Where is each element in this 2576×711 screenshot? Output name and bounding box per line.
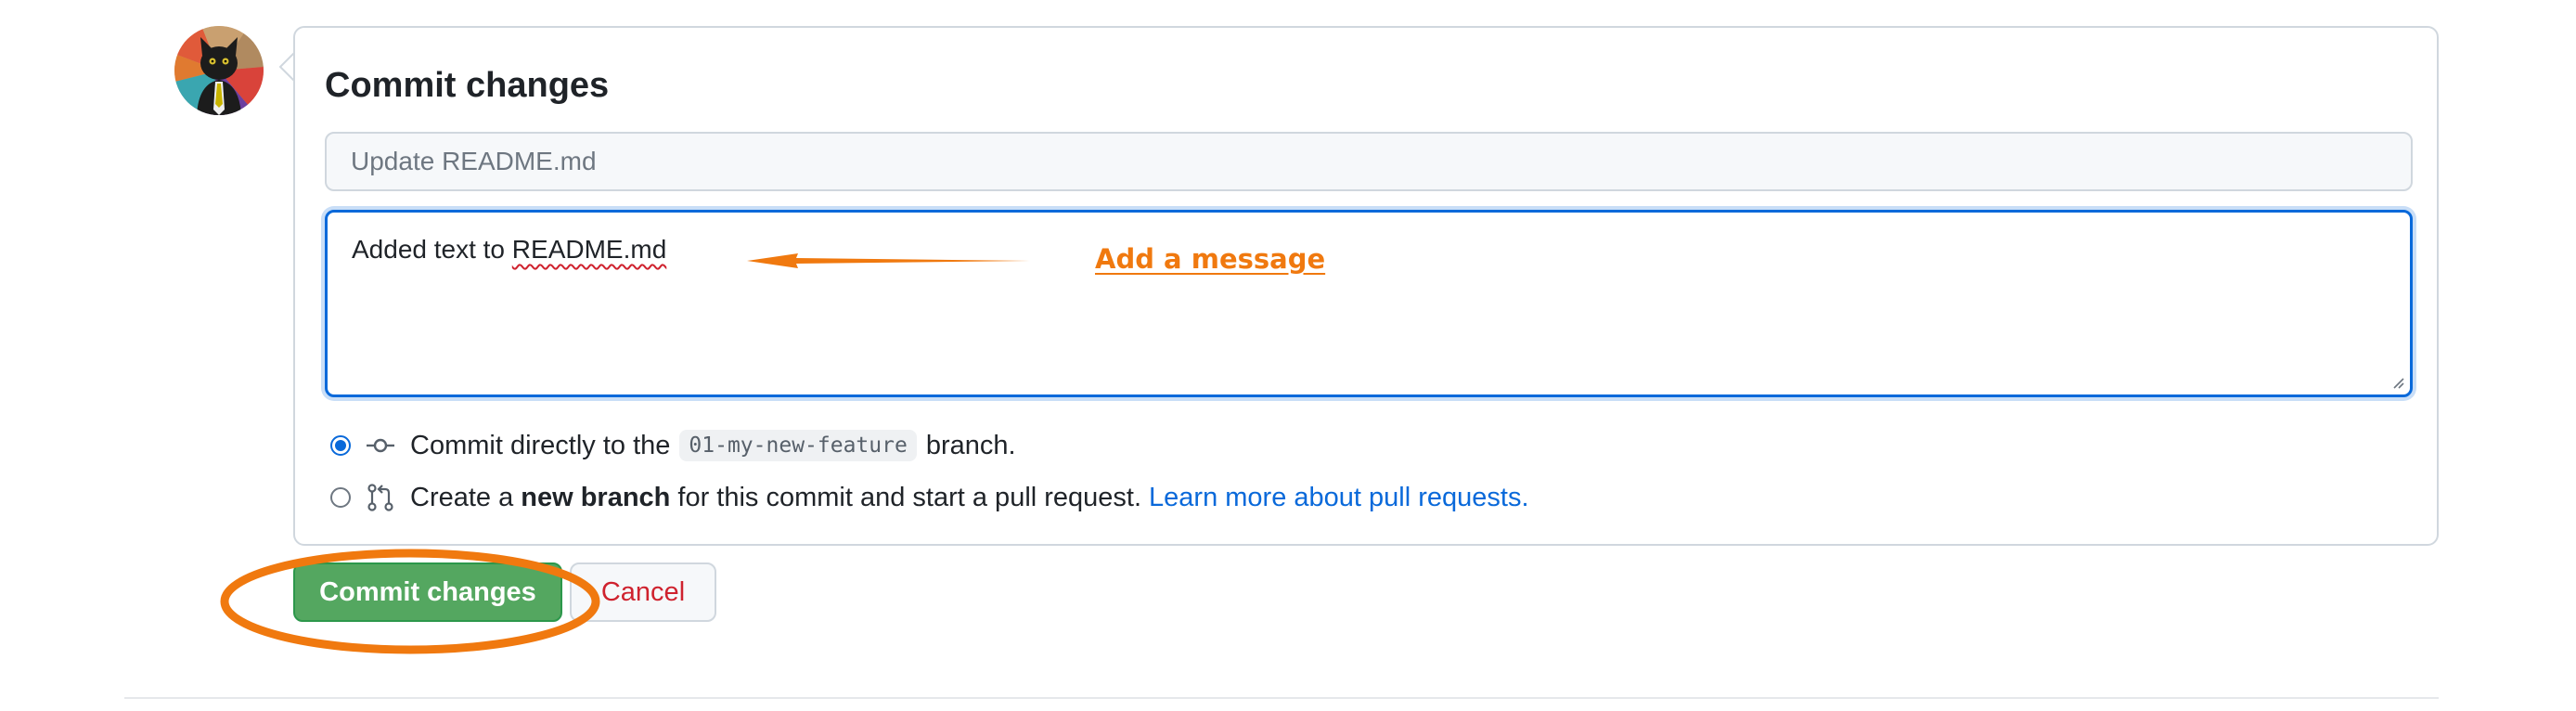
new-branch-text: Create a <box>410 482 514 512</box>
cat-avatar-icon <box>174 26 264 115</box>
commit-form-title: Commit changes <box>325 66 610 105</box>
commit-summary-input[interactable] <box>325 132 2413 191</box>
git-pull-request-icon <box>367 484 393 511</box>
misspelled-word: README.md <box>511 235 667 264</box>
page-divider <box>124 697 2439 699</box>
commit-description-textarea[interactable]: Added text to README.md <box>325 210 2413 397</box>
branch-name-pill: 01-my-new-feature <box>679 430 917 461</box>
commit-description-text: Added text to README.md <box>352 235 667 264</box>
avatar <box>174 26 264 115</box>
commit-direct-radio[interactable] <box>330 435 351 456</box>
new-branch-suffix: for this commit and start a pull request… <box>677 482 1142 512</box>
git-commit-icon <box>367 438 394 453</box>
annotation-arrow-icon <box>747 253 1030 268</box>
annotation-label: Add a message <box>1095 243 1326 275</box>
commit-direct-text: Commit directly to the <box>410 430 671 460</box>
new-branch-bold: new branch <box>521 482 671 512</box>
new-branch-radio[interactable] <box>330 487 351 508</box>
new-branch-option[interactable]: Create a new branch for this commit and … <box>330 477 1529 518</box>
cancel-button[interactable]: Cancel <box>570 562 716 622</box>
commit-direct-suffix: branch. <box>925 430 1016 460</box>
commit-changes-button[interactable]: Commit changes <box>293 562 562 622</box>
learn-more-pull-requests-link[interactable]: Learn more about pull requests. <box>1149 483 1528 513</box>
resize-handle-icon[interactable] <box>2389 374 2404 389</box>
commit-direct-option[interactable]: Commit directly to the 01-my-new-feature… <box>330 425 1016 466</box>
